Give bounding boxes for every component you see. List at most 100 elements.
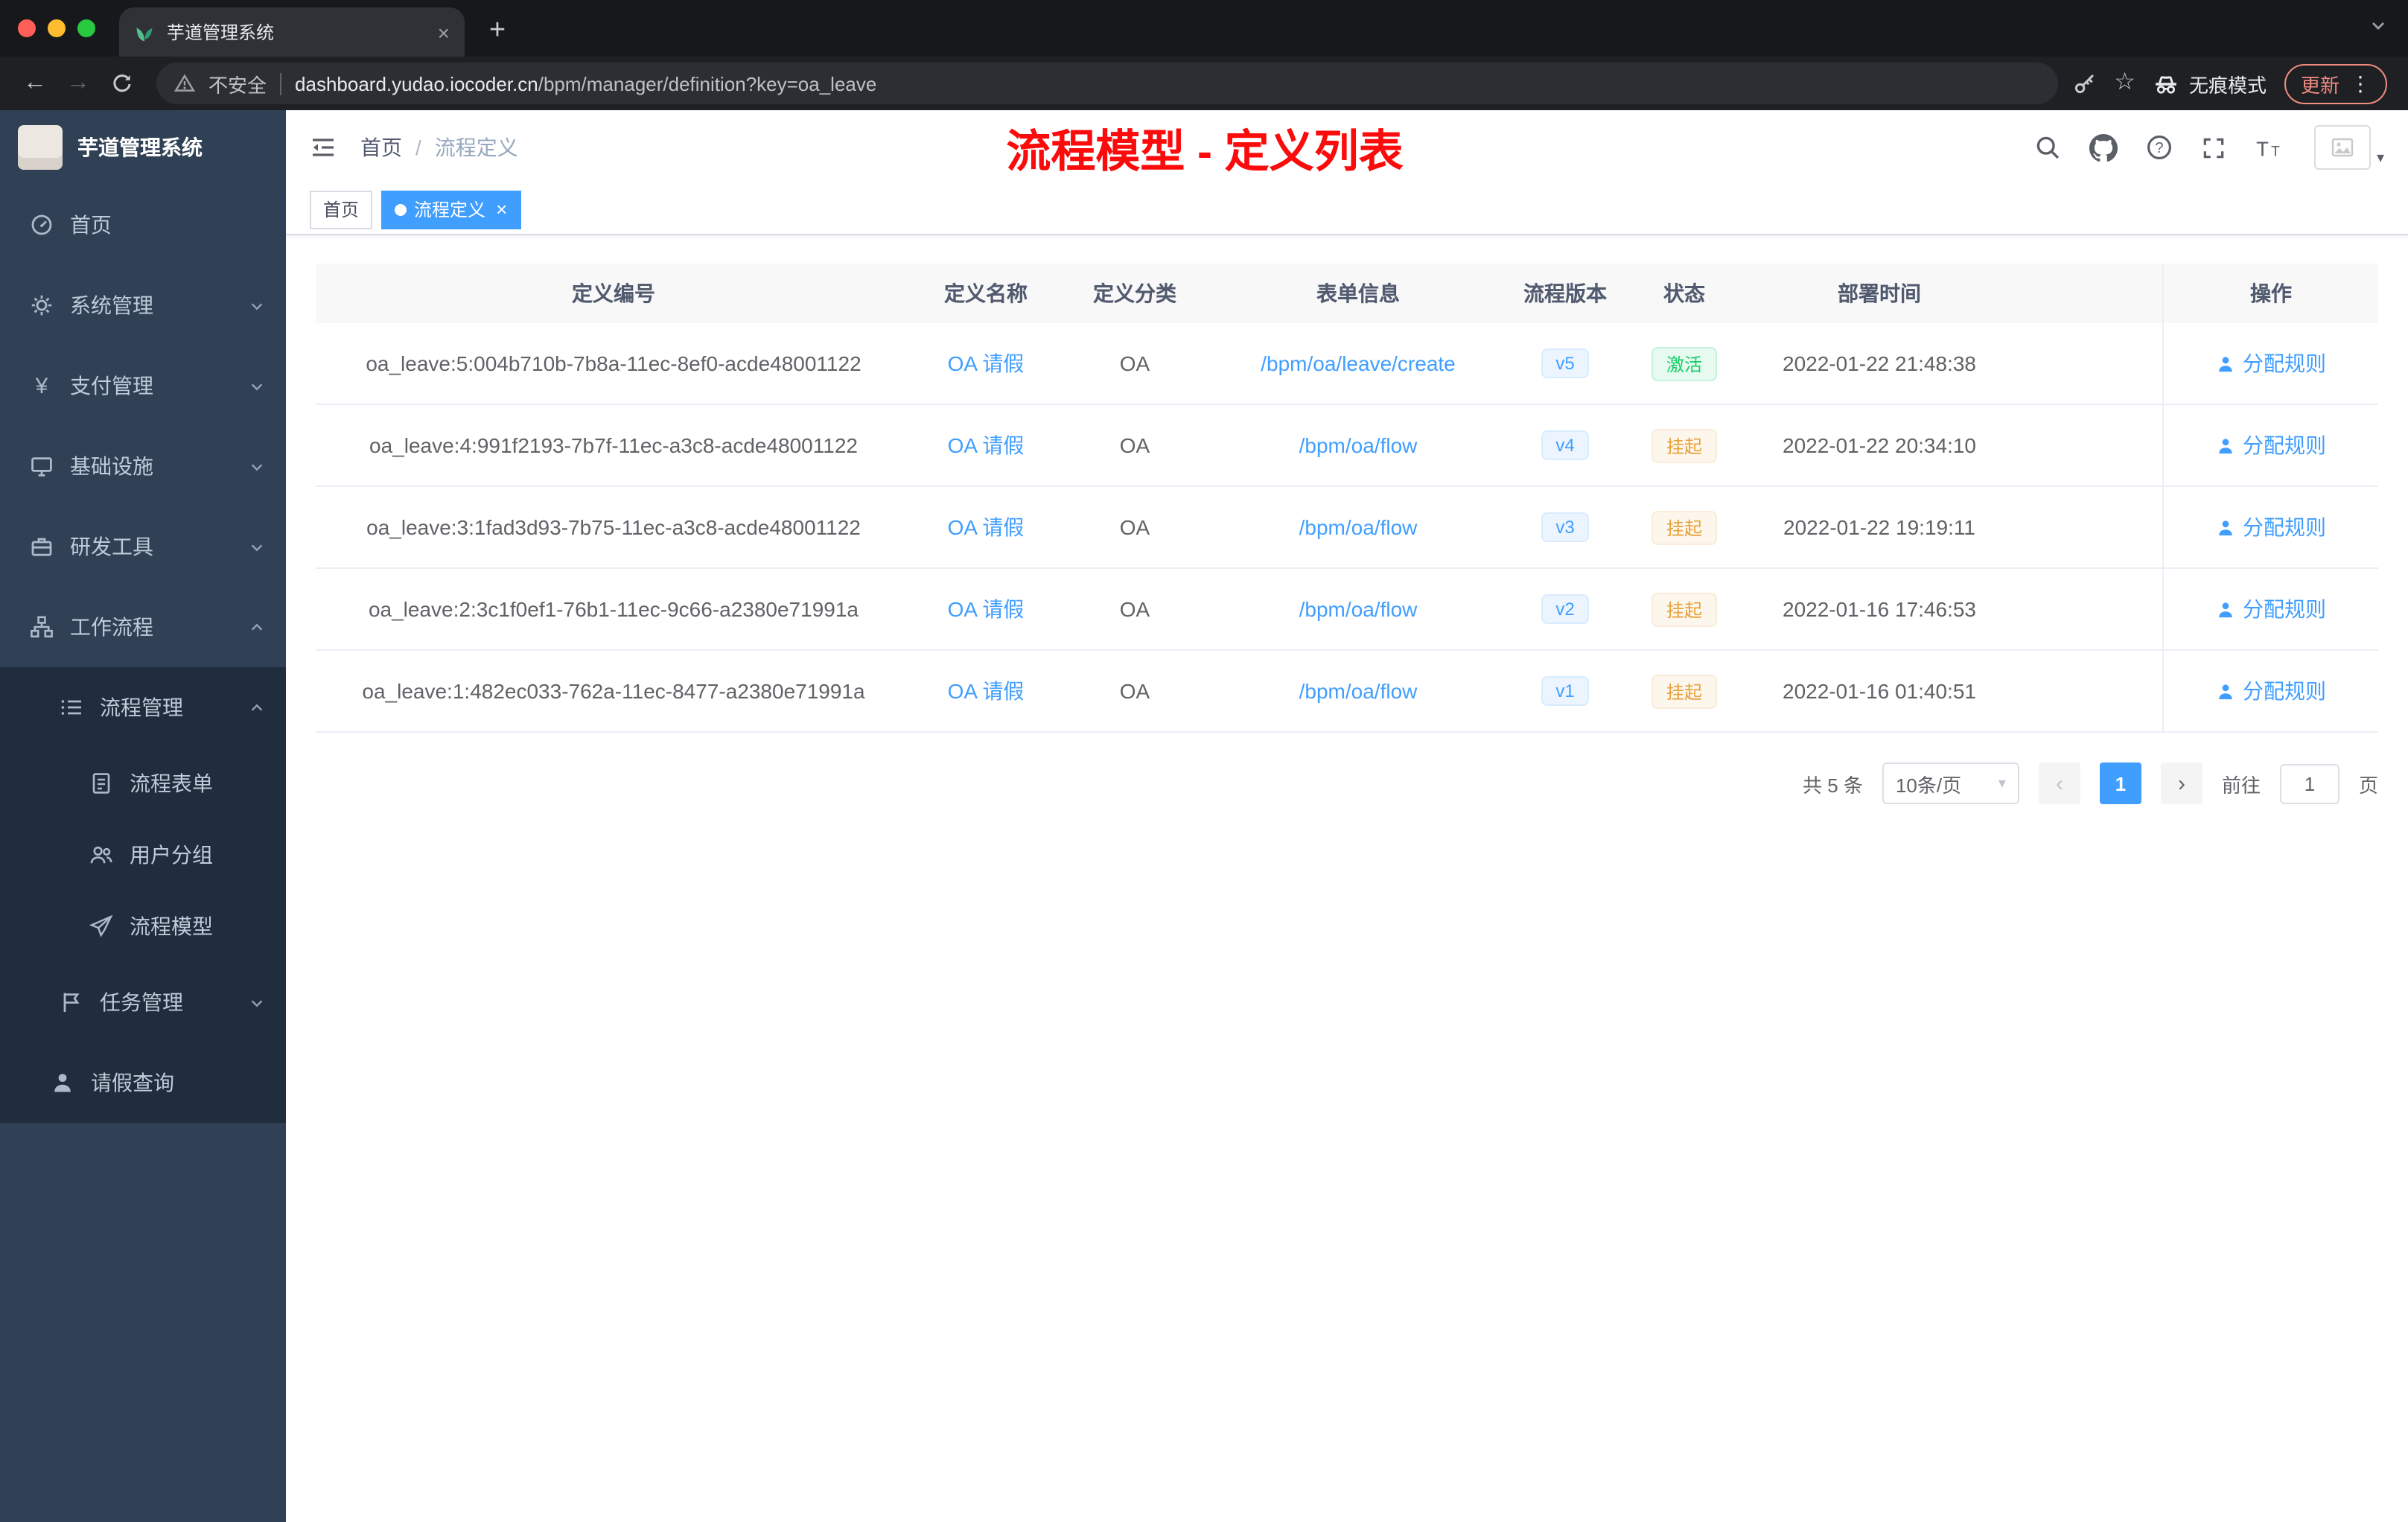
definition-name-link[interactable]: OA 请假 xyxy=(948,430,1025,460)
page-1-button[interactable]: 1 xyxy=(2099,762,2141,804)
goto-page-input[interactable] xyxy=(2279,763,2339,803)
tag-process-definition[interactable]: 流程定义 × xyxy=(381,190,521,229)
site-favicon-icon xyxy=(134,22,155,42)
app-root: 芋道管理系统 首页 系统管理 ¥ 支付管理 基础设施 研发工具 工作流程 流程管… xyxy=(0,110,2408,1522)
cell-definition-id: oa_leave:4:991f2193-7b7f-11ec-a3c8-acde4… xyxy=(369,433,858,457)
cell-deploy-time: 2022-01-22 21:48:38 xyxy=(1783,351,1976,375)
col-actions: 操作 xyxy=(2162,264,2378,323)
breadcrumb-home[interactable]: 首页 xyxy=(360,133,402,162)
caret-down-icon: ▾ xyxy=(2376,150,2384,167)
form-info-link[interactable]: /bpm/oa/flow xyxy=(1299,433,1418,457)
assign-rule-link[interactable]: 分配规则 xyxy=(2243,594,2326,624)
breadcrumb-separator: / xyxy=(415,136,421,159)
chevron-down-icon xyxy=(251,383,263,390)
cell-definition-id: oa_leave:2:3c1f0ef1-76b1-11ec-9c66-a2380… xyxy=(368,597,859,621)
browser-tab[interactable]: 芋道管理系统 × xyxy=(119,7,465,57)
fullscreen-icon[interactable] xyxy=(2201,135,2226,160)
page-title-annotation: 流程模型 - 定义列表 xyxy=(1006,128,1404,177)
user-avatar-menu[interactable]: ▾ xyxy=(2313,125,2384,170)
cell-category: OA xyxy=(1119,351,1150,375)
incognito-label: 无痕模式 xyxy=(2188,74,2267,96)
browser-menu-icon[interactable]: ⋮ xyxy=(2350,73,2371,94)
password-key-icon[interactable] xyxy=(2072,71,2096,95)
sidebar-item-home[interactable]: 首页 xyxy=(0,185,286,265)
prev-page-button[interactable]: ‹ xyxy=(2038,762,2080,804)
github-icon[interactable] xyxy=(2089,133,2118,162)
sidebar-item-process-form[interactable]: 流程表单 xyxy=(0,748,286,819)
breadcrumb-current: 流程定义 xyxy=(434,136,518,159)
sidebar-item-leave-query[interactable]: 请假查询 xyxy=(0,1042,286,1123)
definition-name-link[interactable]: OA 请假 xyxy=(948,512,1025,542)
chevron-down-icon xyxy=(251,463,263,471)
chrome-update-button[interactable]: 更新 ⋮ xyxy=(2284,63,2387,104)
sidebar-collapse-icon[interactable] xyxy=(310,134,337,161)
chevron-down-icon xyxy=(251,999,263,1007)
browser-toolbar: ← → 不安全 dashboard.yudao.iocoder.cn/bpm/m… xyxy=(0,57,2408,110)
cell-deploy-time: 2022-01-22 19:19:11 xyxy=(1783,515,1975,539)
sidebar-item-user-group[interactable]: 用户分组 xyxy=(0,819,286,891)
update-label: 更新 xyxy=(2300,74,2339,96)
gear-icon xyxy=(31,295,52,316)
back-button[interactable]: ← xyxy=(15,63,55,104)
assign-rule-link[interactable]: 分配规则 xyxy=(2243,512,2326,542)
pagination-total: 共 5 条 xyxy=(1803,774,1863,796)
search-icon[interactable] xyxy=(2034,134,2061,161)
sidebar-item-process-model[interactable]: 流程模型 xyxy=(0,891,286,962)
sidebar-item-process-management[interactable]: 流程管理 xyxy=(0,667,286,748)
dashboard-icon xyxy=(31,214,52,235)
definition-name-link[interactable]: OA 请假 xyxy=(948,676,1025,706)
list-icon xyxy=(61,700,81,715)
status-badge: 挂起 xyxy=(1651,592,1717,626)
tab-search-chevron-icon[interactable] xyxy=(2369,15,2408,57)
status-badge: 挂起 xyxy=(1651,674,1717,708)
user-icon xyxy=(54,1074,71,1092)
new-tab-button[interactable]: + xyxy=(477,10,518,52)
sidebar-item-system[interactable]: 系统管理 xyxy=(0,265,286,346)
sidebar-item-payment[interactable]: ¥ 支付管理 xyxy=(0,346,286,426)
tag-close-icon[interactable]: × xyxy=(496,200,507,219)
bookmark-star-icon[interactable]: ☆ xyxy=(2114,71,2135,95)
sidebar-item-dev-tools[interactable]: 研发工具 xyxy=(0,506,286,587)
sidebar-item-workflow[interactable]: 工作流程 xyxy=(0,587,286,667)
forward-button[interactable]: → xyxy=(58,63,98,104)
user-assign-icon xyxy=(2216,518,2235,537)
help-icon[interactable]: ? xyxy=(2146,134,2173,161)
assign-rule-link[interactable]: 分配规则 xyxy=(2243,348,2326,378)
page-url: dashboard.yudao.iocoder.cn/bpm/manager/d… xyxy=(295,72,876,95)
table-row: oa_leave:5:004b710b-7b8a-11ec-8ef0-acde4… xyxy=(316,323,2378,405)
window-minimize-button[interactable] xyxy=(48,19,66,37)
definition-name-link[interactable]: OA 请假 xyxy=(948,348,1025,378)
cell-definition-id: oa_leave:1:482ec033-762a-11ec-8477-a2380… xyxy=(362,679,865,703)
cell-category: OA xyxy=(1119,433,1150,457)
form-info-link[interactable]: /bpm/oa/flow xyxy=(1299,515,1418,539)
page-size-select[interactable]: 10条/页 ▾ xyxy=(1882,762,2019,804)
assign-rule-link[interactable]: 分配规则 xyxy=(2243,430,2326,460)
tag-home[interactable]: 首页 xyxy=(310,190,373,229)
yen-icon: ¥ xyxy=(35,373,48,398)
breadcrumb: 首页 / 流程定义 xyxy=(360,133,518,162)
cell-deploy-time: 2022-01-16 01:40:51 xyxy=(1783,679,1976,703)
app-logo: 芋道管理系统 xyxy=(0,110,286,185)
form-info-link[interactable]: /bpm/oa/flow xyxy=(1299,679,1418,703)
window-zoom-button[interactable] xyxy=(77,19,95,37)
form-info-link[interactable]: /bpm/oa/flow xyxy=(1299,597,1418,621)
incognito-icon xyxy=(2153,71,2179,96)
goto-label: 前往 xyxy=(2221,774,2261,796)
cell-category: OA xyxy=(1119,597,1150,621)
next-page-button[interactable]: › xyxy=(2160,762,2202,804)
address-bar[interactable]: 不安全 dashboard.yudao.iocoder.cn/bpm/manag… xyxy=(156,63,2058,104)
form-info-link[interactable]: /bpm/oa/leave/create xyxy=(1261,351,1456,375)
version-badge: v2 xyxy=(1541,594,1590,624)
window-close-button[interactable] xyxy=(18,19,36,37)
assign-rule-link[interactable]: 分配规则 xyxy=(2243,676,2326,706)
tab-close-icon[interactable]: × xyxy=(438,20,450,44)
definition-name-link[interactable]: OA 请假 xyxy=(948,594,1025,624)
table-row: oa_leave:4:991f2193-7b7f-11ec-a3c8-acde4… xyxy=(316,405,2378,487)
reload-button[interactable] xyxy=(101,63,141,104)
sidebar-item-infrastructure[interactable]: 基础设施 xyxy=(0,426,286,506)
workflow-icon xyxy=(31,616,53,638)
sidebar-item-task-management[interactable]: 任务管理 xyxy=(0,962,286,1042)
font-size-icon[interactable]: TT xyxy=(2255,135,2283,160)
users-icon xyxy=(90,846,112,864)
col-deploy-time: 部署时间 xyxy=(1838,281,1921,305)
